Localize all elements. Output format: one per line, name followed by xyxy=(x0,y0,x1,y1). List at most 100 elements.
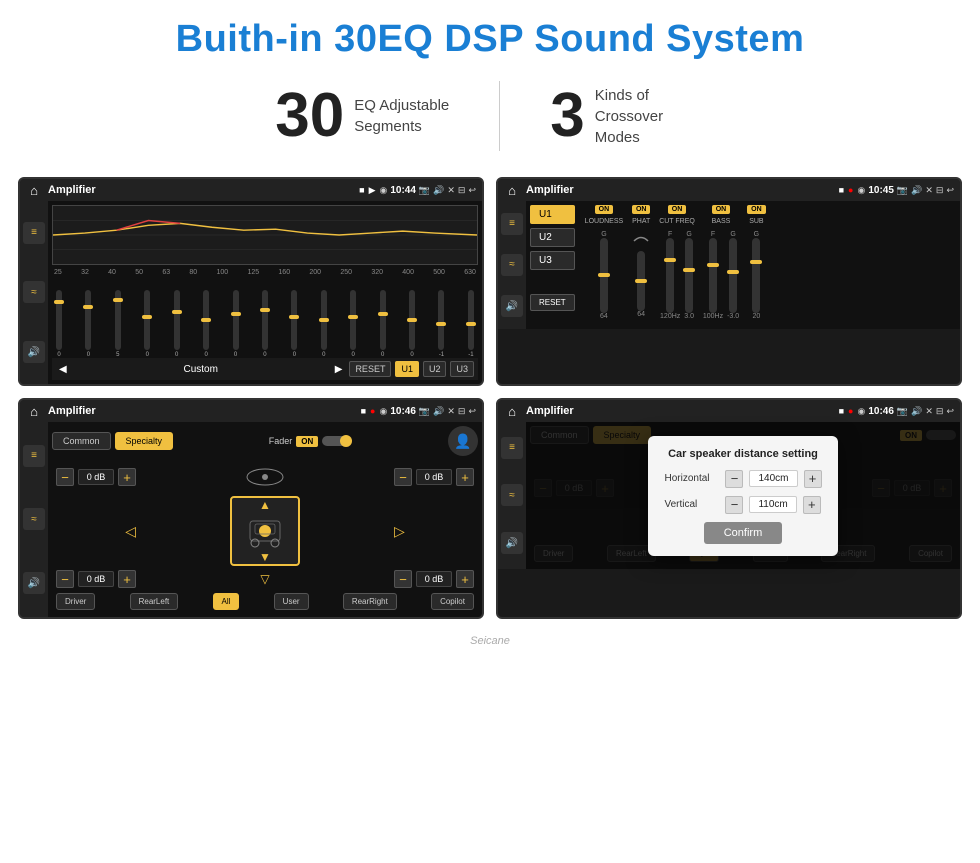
window-icon-3: ⊟ xyxy=(458,406,466,417)
eq-sidebar: ≡ ≈ 🔊 xyxy=(20,201,48,384)
sidebar-vol-btn-4[interactable]: 🔊 xyxy=(501,532,523,554)
camera-icon-4: 📷 xyxy=(897,406,908,417)
eq-slider-12[interactable]: 0 xyxy=(380,290,386,358)
close-icon-2: ✕ xyxy=(925,185,933,196)
sidebar-wave-btn-2[interactable]: ≈ xyxy=(501,254,523,276)
sidebar-eq-btn-3[interactable]: ≡ xyxy=(23,445,45,467)
eq-slider-11[interactable]: 0 xyxy=(350,290,356,358)
eq-slider-13[interactable]: 0 xyxy=(409,290,415,358)
sidebar-vol-btn-3[interactable]: 🔊 xyxy=(23,572,45,594)
sidebar-wave-btn-4[interactable]: ≈ xyxy=(501,484,523,506)
home-icon-4[interactable]: ⌂ xyxy=(504,403,520,419)
sidebar-wave-btn[interactable]: ≈ xyxy=(23,281,45,303)
tab-common[interactable]: Common xyxy=(52,432,111,450)
eq-u3-btn[interactable]: U3 xyxy=(450,361,474,377)
sidebar-vol-btn[interactable]: 🔊 xyxy=(23,341,45,363)
speaker-display: Common Specialty Fader ON 👤 xyxy=(48,422,482,617)
home-icon-1[interactable]: ⌂ xyxy=(26,182,42,198)
loudness-toggle[interactable]: ON xyxy=(595,205,614,214)
home-icon-3[interactable]: ⌂ xyxy=(26,403,42,419)
eq-slider-15[interactable]: -1 xyxy=(468,290,474,358)
eq-slider-8[interactable]: 0 xyxy=(262,290,268,358)
eq-slider-9[interactable]: 0 xyxy=(291,290,297,358)
eq-slider-3[interactable]: 5 xyxy=(115,290,121,358)
back-icon-3: ↩ xyxy=(468,406,476,417)
dialog-overlay: Car speaker distance setting Horizontal … xyxy=(526,422,960,569)
db-value-tl: 0 dB xyxy=(78,469,114,485)
eq-next-btn[interactable]: ▶ xyxy=(332,363,346,376)
screens-grid: ⌂ Amplifier ■ ▶ ◉ 10:44 📷 🔊 ✕ ⊟ ↩ ≡ ≈ 🔊 xyxy=(0,169,980,631)
play-icon-1: ▶ xyxy=(369,185,376,196)
sidebar-eq-btn-4[interactable]: ≡ xyxy=(501,437,523,459)
eq-slider-5[interactable]: 0 xyxy=(174,290,180,358)
volume-icon-4: 🔊 xyxy=(911,406,922,417)
db-plus-br[interactable]: + xyxy=(456,570,474,588)
eq-slider-10[interactable]: 0 xyxy=(321,290,327,358)
right-arrow-btn[interactable]: ▷ xyxy=(394,523,405,540)
db-plus-bl[interactable]: + xyxy=(118,570,136,588)
record-icon-1: ■ xyxy=(359,185,364,195)
tab-specialty[interactable]: Specialty xyxy=(115,432,174,450)
sidebar-vol-btn-2[interactable]: 🔊 xyxy=(501,295,523,317)
horizontal-minus[interactable]: − xyxy=(725,470,743,488)
db-minus-br[interactable]: − xyxy=(394,570,412,588)
rear-right-btn[interactable]: RearRight xyxy=(343,593,397,610)
eq-slider-14[interactable]: -1 xyxy=(438,290,444,358)
eq-slider-6[interactable]: 0 xyxy=(203,290,209,358)
copilot-btn[interactable]: Copilot xyxy=(431,593,474,610)
time-4: 10:46 xyxy=(868,406,894,417)
eq-slider-7[interactable]: 0 xyxy=(233,290,239,358)
window-icon-4: ⊟ xyxy=(936,406,944,417)
eq-slider-4[interactable]: 0 xyxy=(144,290,150,358)
vertical-minus[interactable]: − xyxy=(725,496,743,514)
sidebar-eq-btn-2[interactable]: ≡ xyxy=(501,213,523,235)
dialog-title: Car speaker distance setting xyxy=(664,448,821,460)
rear-left-btn[interactable]: RearLeft xyxy=(130,593,179,610)
distance-main: Common Specialty ON − 0 dB + xyxy=(526,422,960,569)
dot-icon-4: ● xyxy=(848,406,853,416)
volume-icon-2: 🔊 xyxy=(911,185,922,196)
confirm-btn[interactable]: Confirm xyxy=(704,522,783,544)
bass-toggle[interactable]: ON xyxy=(712,205,731,214)
vertical-value: 110cm xyxy=(749,496,796,513)
db-plus-tl[interactable]: + xyxy=(118,468,136,486)
home-icon-2[interactable]: ⌂ xyxy=(504,182,520,198)
vertical-plus[interactable]: + xyxy=(803,496,821,514)
u1-btn[interactable]: U1 xyxy=(530,205,575,224)
fader-toggle[interactable]: ON xyxy=(296,436,318,447)
db-value-tr: 0 dB xyxy=(416,469,452,485)
sidebar-wave-btn-3[interactable]: ≈ xyxy=(23,508,45,530)
db-minus-tl[interactable]: − xyxy=(56,468,74,486)
u3-btn[interactable]: U3 xyxy=(530,251,575,270)
stats-row: 30 EQ AdjustableSegments 3 Kinds ofCross… xyxy=(0,71,980,169)
phat-toggle[interactable]: ON xyxy=(632,205,651,214)
status-icons-3: ◉ 10:46 📷 🔊 ✕ ⊟ ↩ xyxy=(379,406,476,417)
camera-icon-1: 📷 xyxy=(419,185,430,196)
eq-u2-btn[interactable]: U2 xyxy=(423,361,447,377)
db-control-tr: − 0 dB + xyxy=(394,468,474,486)
reset-btn[interactable]: RESET xyxy=(530,294,575,311)
db-minus-bl[interactable]: − xyxy=(56,570,74,588)
record-icon-2: ■ xyxy=(839,185,844,195)
db-plus-tr[interactable]: + xyxy=(456,468,474,486)
eq-prev-btn[interactable]: ◀ xyxy=(56,363,70,376)
eq-reset-btn[interactable]: RESET xyxy=(349,361,391,377)
db-value-bl: 0 dB xyxy=(78,571,114,587)
stat-crossover: 3 Kinds ofCrossover Modes xyxy=(500,85,754,148)
u2-btn[interactable]: U2 xyxy=(530,228,575,247)
left-arrow-btn[interactable]: ◁ xyxy=(125,523,136,540)
speaker-bottom-row: Driver RearLeft All User RearRight Copil… xyxy=(52,590,478,613)
cutfreq-toggle[interactable]: ON xyxy=(668,205,687,214)
dot-icon-2: ● xyxy=(848,185,853,195)
horizontal-plus[interactable]: + xyxy=(804,470,822,488)
all-btn[interactable]: All xyxy=(213,593,240,610)
eq-u1-btn[interactable]: U1 xyxy=(395,361,419,377)
user-btn[interactable]: User xyxy=(274,593,309,610)
driver-btn[interactable]: Driver xyxy=(56,593,95,610)
sidebar-eq-btn[interactable]: ≡ xyxy=(23,222,45,244)
eq-slider-1[interactable]: 0 xyxy=(56,290,62,358)
eq-slider-2[interactable]: 0 xyxy=(85,290,91,358)
db-minus-tr[interactable]: − xyxy=(394,468,412,486)
sub-toggle[interactable]: ON xyxy=(747,205,766,214)
crossover-main: U1 U2 U3 RESET ON LOUDNESS xyxy=(526,201,960,329)
